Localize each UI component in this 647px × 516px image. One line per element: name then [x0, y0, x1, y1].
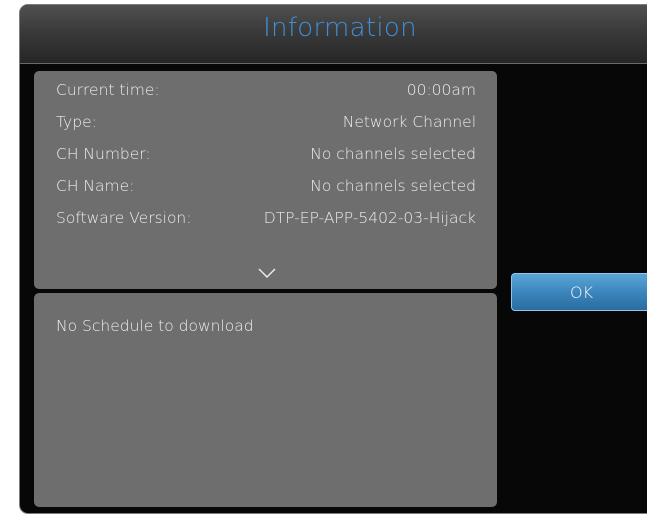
- info-value: DTP-EP-APP-5402-03-Hijack: [263, 209, 476, 227]
- info-value: 00:00am: [406, 81, 476, 99]
- chevron-down-icon[interactable]: [258, 267, 276, 279]
- info-value: No channels selected: [310, 177, 476, 195]
- info-row-ch-name: CH Name: No channels selected: [56, 177, 476, 201]
- title-bar: Information: [20, 5, 647, 64]
- info-row-ch-number: CH Number: No channels selected: [56, 145, 476, 169]
- info-row-type: Type: Network Channel: [56, 113, 476, 137]
- information-dialog: Information Current time: 00:00am Type: …: [19, 4, 647, 514]
- info-label: Software Version:: [56, 209, 192, 227]
- ok-button[interactable]: OK: [511, 273, 647, 311]
- schedule-message: No Schedule to download: [56, 317, 254, 335]
- info-label: Type:: [56, 113, 97, 131]
- ok-button-label: OK: [570, 283, 594, 302]
- schedule-panel: No Schedule to download: [34, 293, 497, 507]
- info-label: CH Number:: [56, 145, 151, 163]
- info-label: Current time:: [56, 81, 160, 99]
- info-row-software-version: Software Version: DTP-EP-APP-5402-03-Hij…: [56, 209, 476, 233]
- info-row-current-time: Current time: 00:00am: [56, 81, 476, 105]
- info-value: No channels selected: [310, 145, 476, 163]
- info-label: CH Name:: [56, 177, 135, 195]
- info-value: Network Channel: [342, 113, 476, 131]
- dialog-title: Information: [263, 13, 417, 43]
- info-panel: Current time: 00:00am Type: Network Chan…: [34, 71, 497, 289]
